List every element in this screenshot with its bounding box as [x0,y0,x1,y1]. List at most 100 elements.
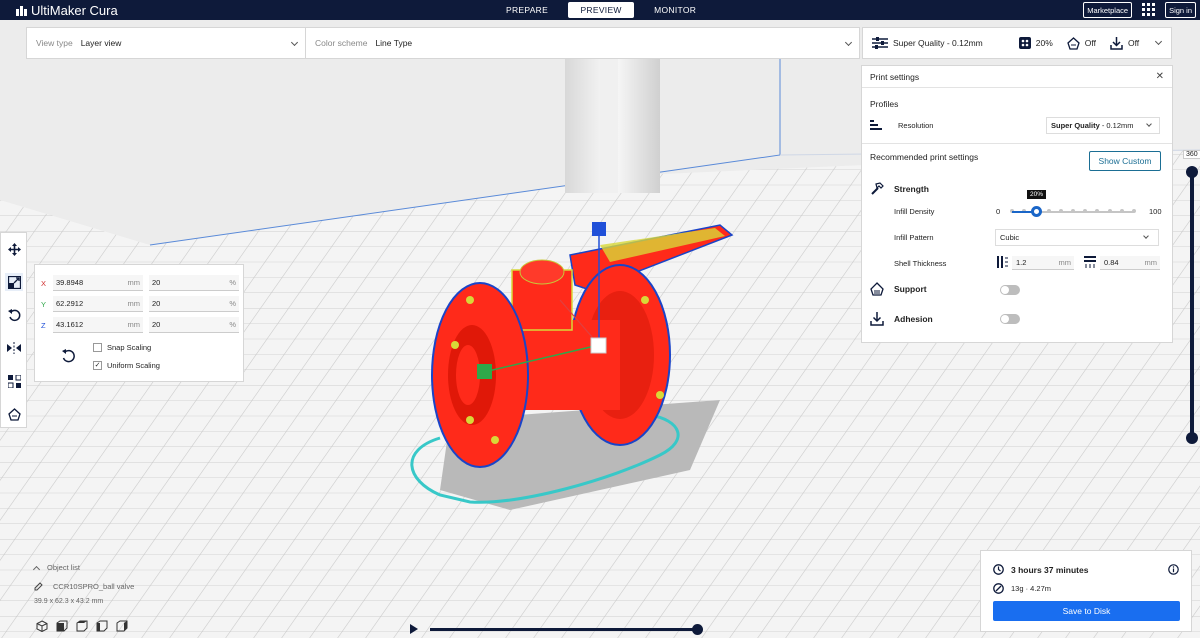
print-time-row: 3 hours 37 minutes [993,564,1088,575]
layer-slider-top-handle[interactable] [1186,166,1198,178]
object-list-header: Object list [47,563,80,572]
ultimaker-logo-icon [16,5,27,16]
z-size-field[interactable]: 43.1612 mm [53,317,143,333]
marketplace-button[interactable]: Marketplace [1083,1,1133,18]
tab-monitor[interactable]: MONITOR [640,2,710,18]
right-view-icon[interactable] [116,620,128,632]
infill-pattern-dropdown[interactable]: Cubic [995,229,1159,246]
support-toggle[interactable] [1000,285,1020,295]
chevron-down-icon [1154,37,1163,46]
infill-slider-handle[interactable] [1030,206,1042,217]
z-percent-field[interactable]: 20% [149,317,239,333]
tab-preview[interactable]: PREVIEW [568,2,635,18]
object-list-item[interactable]: CCR10SPRO_ball valve [34,582,134,591]
print-job-panel: 3 hours 37 minutes 13g · 4.27m Save to D… [980,550,1192,632]
support-icon [1067,36,1080,50]
move-icon [7,242,21,256]
y-percent-field[interactable]: 20% [149,296,239,312]
x-percent-field[interactable]: 20% [149,275,239,291]
print-setup-summary[interactable]: Super Quality - 0.12mm 20% Off Off [862,27,1172,59]
scale-tool[interactable] [5,273,23,291]
view-options-bar: View type Layer view Color scheme Line T… [26,27,860,59]
shell-thickness-label: Shell Thickness [894,259,947,268]
top-view-icon[interactable] [76,620,88,632]
x-size-field[interactable]: 39.8948 mm [53,275,143,291]
color-scheme-dropdown[interactable]: Color scheme Line Type [305,28,859,58]
apps-grid-icon[interactable] [1140,1,1157,18]
info-icon[interactable] [1168,564,1179,575]
layer-number[interactable]: 360 [1183,150,1200,159]
scale-tool-panel: X 39.8948 mm 20% Y 62.2912 mm 20% Z 43.161… [34,264,244,382]
per-model-settings-icon [7,374,21,388]
top-bottom-thickness-field[interactable]: 0.84 mm [1100,256,1160,270]
y-axis-label: Y [41,299,47,309]
resolution-label: Resolution [898,121,934,130]
z-size-value: 43.1612 [56,320,84,329]
recommended-heading: Recommended print settings [870,152,979,162]
adhesion-toggle[interactable] [1000,314,1020,324]
object-list-toggle[interactable]: Object list [32,563,134,573]
rotate-icon [7,308,20,321]
app-name: UltiMaker Cura [31,3,118,18]
reset-scale-icon[interactable] [61,349,75,363]
support-section: Support [870,282,927,296]
adhesion-icon [1110,36,1123,50]
app-logo: UltiMaker Cura [16,3,118,18]
y-size-field[interactable]: 62.2912 mm [53,296,143,312]
resolution-layer-height: - 0.12mm [1099,121,1134,130]
tab-prepare[interactable]: PREPARE [492,2,562,18]
layer-slider[interactable] [1190,170,1194,440]
play-icon[interactable] [410,624,418,634]
x-size-unit: mm [127,278,141,287]
move-tool[interactable] [5,240,23,258]
uniform-scaling-option[interactable]: ✓ Uniform Scaling [93,361,160,370]
scale-handle-z [592,222,606,236]
path-slider-handle[interactable] [692,624,703,635]
path-slider[interactable] [430,628,698,631]
print-settings-panel: Print settings ✕ Profiles Resolution Sup… [861,65,1173,343]
infill-icon [1018,37,1031,49]
spool-icon [993,583,1004,594]
top-bottom-thickness-icon [1084,256,1096,268]
wall-thickness-unit: mm [1058,258,1072,267]
snap-scaling-label: Snap Scaling [107,343,152,352]
hammer-icon [871,182,884,195]
z-percent-unit: % [229,320,236,329]
object-list: Object list CCR10SPRO_ball valve 39.9 x … [32,563,134,605]
top-bar: UltiMaker Cura PREPARE PREVIEW MONITOR M… [0,0,1200,20]
wall-thickness-field[interactable]: 1.2 mm [1012,256,1074,270]
infill-step-dot [1095,209,1100,213]
mirror-tool[interactable] [5,339,23,357]
close-icon[interactable]: ✕ [1156,71,1164,82]
infill-step-dot [1119,209,1124,213]
front-view-icon[interactable] [56,620,68,632]
signin-button[interactable]: Sign in [1165,1,1196,18]
print-time: 3 hours 37 minutes [1011,564,1089,575]
mirror-icon [7,342,21,354]
per-model-settings-tool[interactable] [5,372,23,390]
material-usage: 13g · 4.27m [1011,584,1052,593]
show-custom-button[interactable]: Show Custom [1089,151,1161,171]
view-type-dropdown[interactable]: View type Layer view [27,28,305,58]
left-view-icon[interactable] [96,620,108,632]
layer-slider-bottom-handle[interactable] [1186,432,1198,444]
infill-summary: 20% [1035,38,1053,48]
support-blocker-tool[interactable] [5,405,23,423]
adhesion-label: Adhesion [894,314,933,324]
z-axis-label: Z [41,320,46,330]
color-scheme-value: Line Type [375,38,413,48]
profile-summary: Super Quality - 0.12mm [893,38,983,48]
chevron-down-icon [290,38,299,47]
resolution-dropdown[interactable]: Super Quality - 0.12mm [1046,117,1160,134]
3d-view-icon[interactable] [36,620,48,632]
snap-scaling-checkbox[interactable] [93,343,102,352]
infill-step-dot [1083,209,1088,213]
object-name: CCR10SPRO_ball valve [53,582,135,591]
infill-density-slider[interactable] [1010,206,1136,217]
wall-thickness-value: 1.2 [1016,258,1027,267]
infill-step-dot [1046,209,1051,213]
save-to-disk-button[interactable]: Save to Disk [993,601,1180,621]
snap-scaling-option[interactable]: Snap Scaling [93,343,151,352]
uniform-scaling-checkbox[interactable]: ✓ [93,361,102,370]
rotate-tool[interactable] [5,306,23,324]
